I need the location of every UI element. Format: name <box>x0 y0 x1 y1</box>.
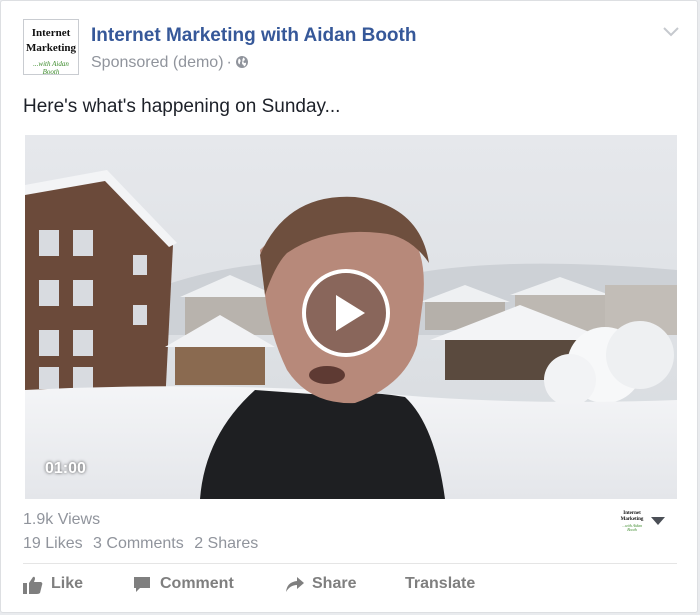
mini-logo-line-2: Marketing <box>620 517 644 522</box>
translate-button[interactable]: Translate <box>405 575 485 597</box>
comment-icon <box>134 577 150 592</box>
share-arrow-icon <box>286 577 304 592</box>
page-name-link[interactable]: Internet Marketing with Aidan Booth <box>91 25 416 47</box>
likes-count[interactable]: 19 Likes <box>23 535 83 552</box>
views-count[interactable]: 1.9k Views <box>23 511 100 529</box>
play-icon[interactable] <box>301 268 391 358</box>
like-button[interactable]: Like <box>23 575 93 597</box>
avatar-line-3: ...with Aidan Booth <box>33 60 69 76</box>
globe-icon <box>235 56 248 68</box>
mini-logo-line-1: Internet <box>623 511 641 516</box>
caret-down-icon[interactable] <box>651 517 665 525</box>
post-text: Here's what's happening on Sunday... <box>23 96 341 117</box>
meta-separator: · <box>226 54 232 71</box>
thumbs-up-icon <box>23 576 43 594</box>
like-label: Like <box>51 575 84 592</box>
viewer-avatar[interactable]: Internet Marketing ...with Aidan Booth <box>617 509 647 532</box>
page-avatar[interactable]: Internet Marketing ...with Aidan Booth <box>23 19 79 76</box>
post-card: Internet Marketing ...with Aidan Booth I… <box>0 0 698 613</box>
post-meta: Sponsored (demo) · <box>91 54 249 72</box>
share-label: Share <box>312 575 357 592</box>
mini-logo-line-3: ...with Aidan Booth <box>621 523 643 532</box>
sponsored-label[interactable]: Sponsored (demo) <box>91 54 224 71</box>
comment-button[interactable]: Comment <box>133 575 243 597</box>
shares-count[interactable]: 2 Shares <box>194 535 258 552</box>
chevron-down-icon[interactable] <box>663 27 679 37</box>
video-duration: 01:00 <box>45 460 86 477</box>
actions-divider <box>23 563 677 564</box>
avatar-line-1: Internet <box>31 27 71 39</box>
comment-label: Comment <box>160 575 234 592</box>
comments-count[interactable]: 3 Comments <box>93 535 184 552</box>
engagement-stats: 19 Likes 3 Comments 2 Shares <box>23 535 264 553</box>
translate-label: Translate <box>405 575 476 592</box>
share-button[interactable]: Share <box>285 575 365 597</box>
video-player[interactable]: 01:00 <box>25 135 677 499</box>
avatar-line-2: Marketing <box>25 42 77 54</box>
